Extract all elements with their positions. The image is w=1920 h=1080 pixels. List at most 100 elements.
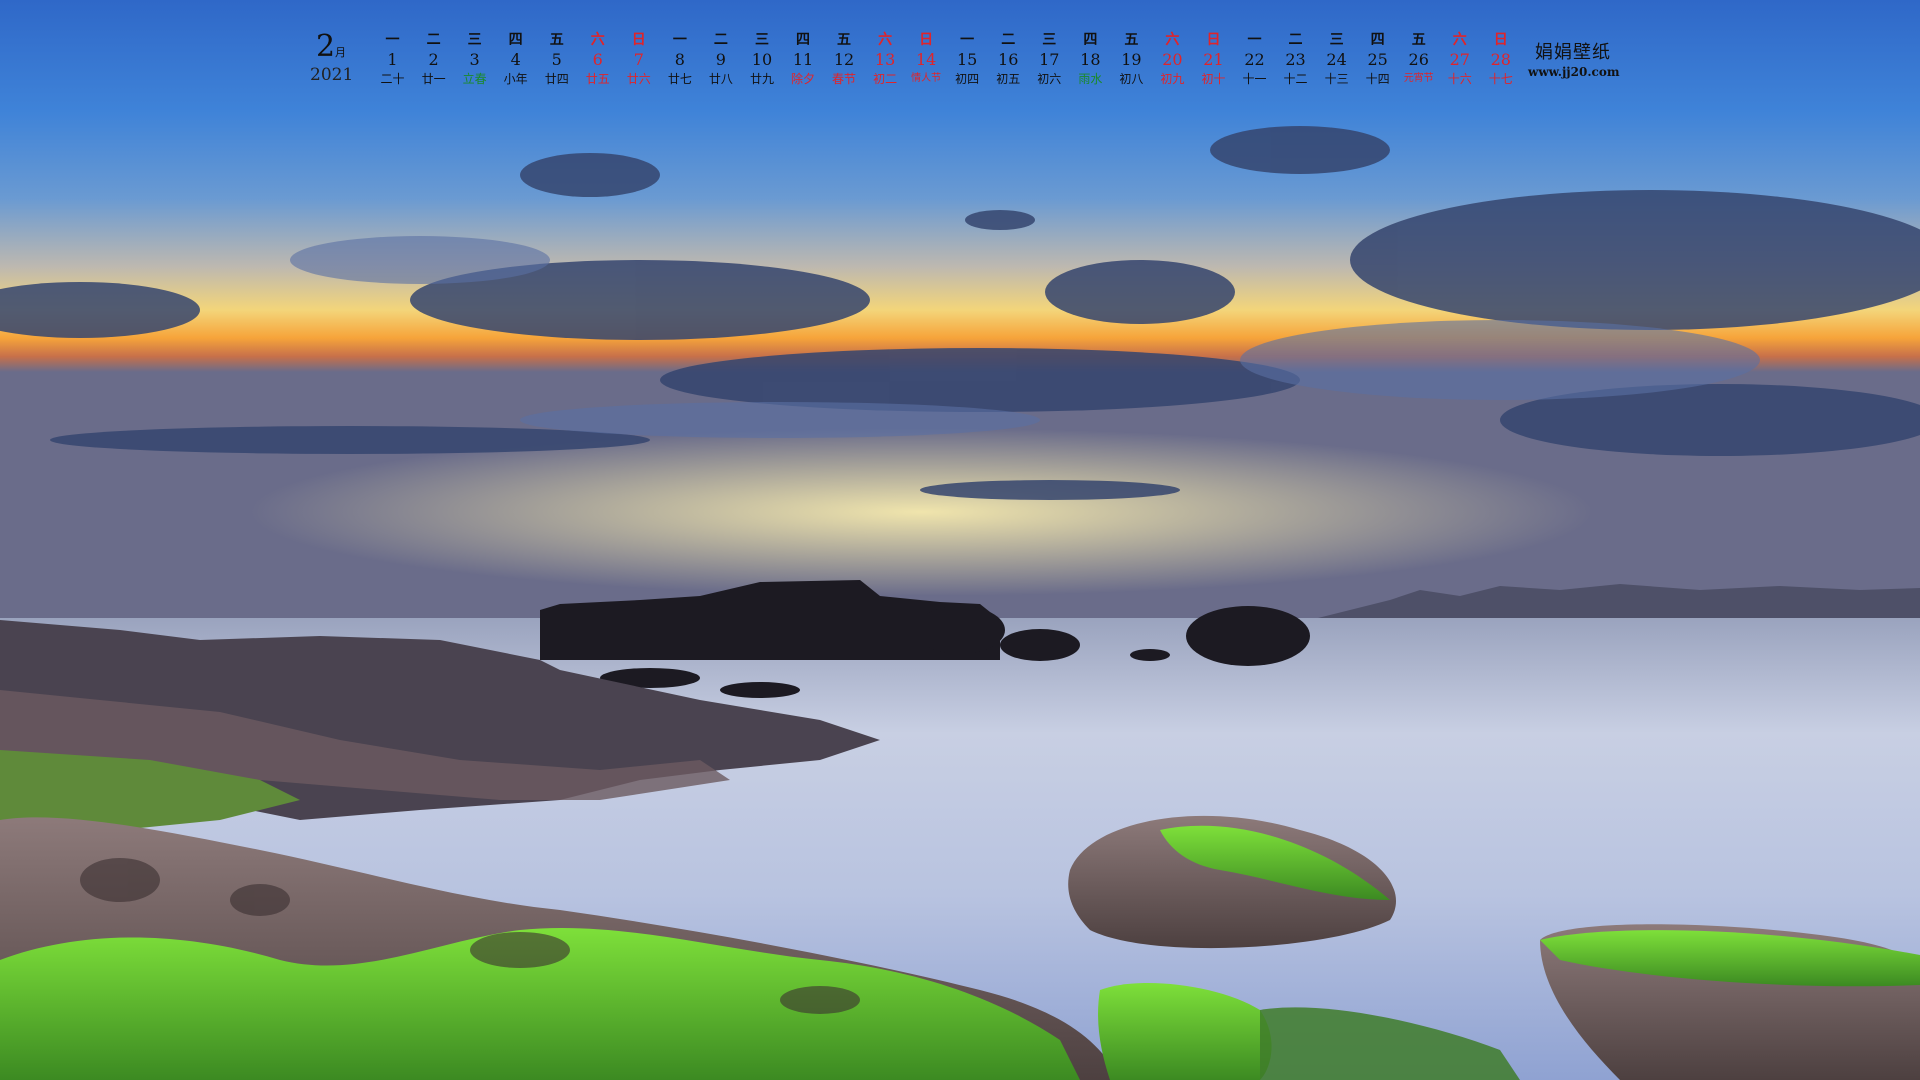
calendar-days: 一 1 二十二 2 廿一三 3 立春四 4 小年五 5 廿四六 6 廿五日 7 廿六一 8 廿七二 9 廿八三 10 廿… bbox=[372, 30, 1521, 88]
calendar-day: 日 28 十七 bbox=[1480, 30, 1521, 88]
lunar-date: 初二 bbox=[873, 72, 898, 86]
lunar-date: 初八 bbox=[1119, 72, 1144, 86]
month-unit: 月 bbox=[335, 46, 346, 59]
calendar-header: 2 月 2021 bbox=[308, 30, 372, 90]
weekday-label: 六 bbox=[1165, 32, 1180, 48]
month-calendar-strip: 2 月 2021 一 1 二十二 2 廿一三 3 立春四 4 小年五 5 廿四六 6 廿五日 7 廿六一 8 廿… bbox=[308, 30, 1521, 90]
weekday-label: 四 bbox=[1370, 32, 1385, 48]
weekday-label: 一 bbox=[672, 32, 687, 48]
calendar-day: 五 26 元宵节 bbox=[1398, 30, 1439, 88]
calendar-day: 四 18 雨水 bbox=[1070, 30, 1111, 88]
lunar-date: 十七 bbox=[1488, 72, 1513, 86]
day-number: 21 bbox=[1203, 50, 1224, 69]
brand-name: 娟娟壁纸 bbox=[1535, 42, 1611, 63]
weekday-label: 六 bbox=[1452, 32, 1467, 48]
weekday-label: 日 bbox=[631, 32, 646, 48]
calendar-day: 五 19 初八 bbox=[1111, 30, 1152, 88]
day-number: 22 bbox=[1244, 50, 1265, 69]
calendar-day: 二 2 廿一 bbox=[413, 30, 454, 88]
lunar-date: 二十 bbox=[380, 72, 405, 86]
day-number: 16 bbox=[998, 50, 1019, 69]
lunar-date: 廿六 bbox=[626, 72, 651, 86]
day-number: 7 bbox=[633, 50, 644, 69]
calendar-day: 三 3 立春 bbox=[454, 30, 495, 88]
lunar-date: 廿九 bbox=[749, 72, 774, 86]
weekday-label: 六 bbox=[878, 32, 893, 48]
lunar-date: 十六 bbox=[1447, 72, 1472, 86]
weekday-label: 五 bbox=[837, 32, 852, 48]
lunar-date: 廿七 bbox=[667, 72, 692, 86]
day-number: 26 bbox=[1408, 50, 1429, 69]
weekday-label: 六 bbox=[590, 32, 605, 48]
day-number: 17 bbox=[1039, 50, 1060, 69]
day-number: 5 bbox=[551, 50, 562, 69]
lunar-date: 立春 bbox=[462, 72, 487, 86]
day-number: 23 bbox=[1285, 50, 1306, 69]
weekday-label: 五 bbox=[549, 32, 564, 48]
calendar-day: 三 24 十三 bbox=[1316, 30, 1357, 88]
day-number: 24 bbox=[1326, 50, 1347, 69]
weekday-label: 日 bbox=[1206, 32, 1221, 48]
day-number: 11 bbox=[792, 50, 814, 69]
weekday-label: 五 bbox=[1124, 32, 1139, 48]
weekday-label: 一 bbox=[960, 32, 975, 48]
lunar-date: 小年 bbox=[503, 72, 528, 86]
brand-watermark: 娟娟壁纸 www.jj20.com bbox=[1528, 42, 1620, 80]
day-number: 25 bbox=[1367, 50, 1388, 69]
calendar-day: 二 16 初五 bbox=[988, 30, 1029, 88]
lunar-date: 十四 bbox=[1365, 72, 1390, 86]
calendar-day: 日 21 初十 bbox=[1193, 30, 1234, 88]
lunar-date: 廿五 bbox=[585, 72, 610, 86]
weekday-label: 三 bbox=[467, 32, 482, 48]
lunar-date: 初六 bbox=[1037, 72, 1062, 86]
day-number: 10 bbox=[751, 50, 773, 69]
calendar-day: 日 14 情人节 bbox=[906, 30, 947, 88]
lunar-date: 初五 bbox=[996, 72, 1021, 86]
weekday-label: 四 bbox=[1083, 32, 1098, 48]
day-number: 4 bbox=[510, 50, 521, 69]
day-number: 8 bbox=[674, 50, 685, 69]
weekday-label: 日 bbox=[1493, 32, 1508, 48]
calendar-day: 一 8 廿七 bbox=[659, 30, 700, 88]
lunar-date: 初九 bbox=[1160, 72, 1185, 86]
day-number: 3 bbox=[469, 50, 480, 69]
day-number: 27 bbox=[1449, 50, 1470, 69]
seascape-background bbox=[0, 0, 1920, 1080]
day-number: 28 bbox=[1490, 50, 1511, 69]
day-number: 9 bbox=[715, 50, 726, 69]
weekday-label: 二 bbox=[1001, 32, 1016, 48]
weekday-label: 二 bbox=[1288, 32, 1303, 48]
calendar-day: 三 17 初六 bbox=[1029, 30, 1070, 88]
day-number: 18 bbox=[1080, 50, 1101, 69]
lunar-date: 初四 bbox=[955, 72, 980, 86]
calendar-day: 四 25 十四 bbox=[1357, 30, 1398, 88]
lunar-date: 春节 bbox=[832, 72, 857, 86]
weekday-label: 一 bbox=[385, 32, 400, 48]
year: 2021 bbox=[310, 65, 354, 85]
weekday-label: 二 bbox=[713, 32, 728, 48]
day-number: 19 bbox=[1121, 50, 1142, 69]
day-number: 2 bbox=[428, 50, 439, 69]
weekday-label: 二 bbox=[426, 32, 441, 48]
weekday-label: 五 bbox=[1411, 32, 1426, 48]
weekday-label: 三 bbox=[1042, 32, 1057, 48]
calendar-day: 六 13 初二 bbox=[865, 30, 906, 88]
calendar-day: 四 4 小年 bbox=[495, 30, 536, 88]
calendar-day: 六 20 初九 bbox=[1152, 30, 1193, 88]
calendar-day: 四 11 除夕 bbox=[782, 30, 823, 88]
calendar-day: 六 27 十六 bbox=[1439, 30, 1480, 88]
lunar-date: 情人节 bbox=[911, 73, 942, 84]
calendar-day: 日 7 廿六 bbox=[618, 30, 659, 88]
weekday-label: 三 bbox=[1329, 32, 1344, 48]
weekday-label: 三 bbox=[754, 32, 769, 48]
day-number: 15 bbox=[957, 50, 978, 69]
calendar-day: 五 5 廿四 bbox=[536, 30, 577, 88]
calendar-day: 一 15 初四 bbox=[947, 30, 988, 88]
lunar-date: 元宵节 bbox=[1403, 73, 1434, 84]
lunar-date: 初十 bbox=[1201, 72, 1226, 86]
calendar-day: 三 10 廿九 bbox=[741, 30, 782, 88]
day-number: 20 bbox=[1162, 50, 1183, 69]
calendar-day: 二 9 廿八 bbox=[700, 30, 741, 88]
calendar-day: 五 12 春节 bbox=[824, 30, 865, 88]
day-number: 12 bbox=[833, 50, 855, 69]
